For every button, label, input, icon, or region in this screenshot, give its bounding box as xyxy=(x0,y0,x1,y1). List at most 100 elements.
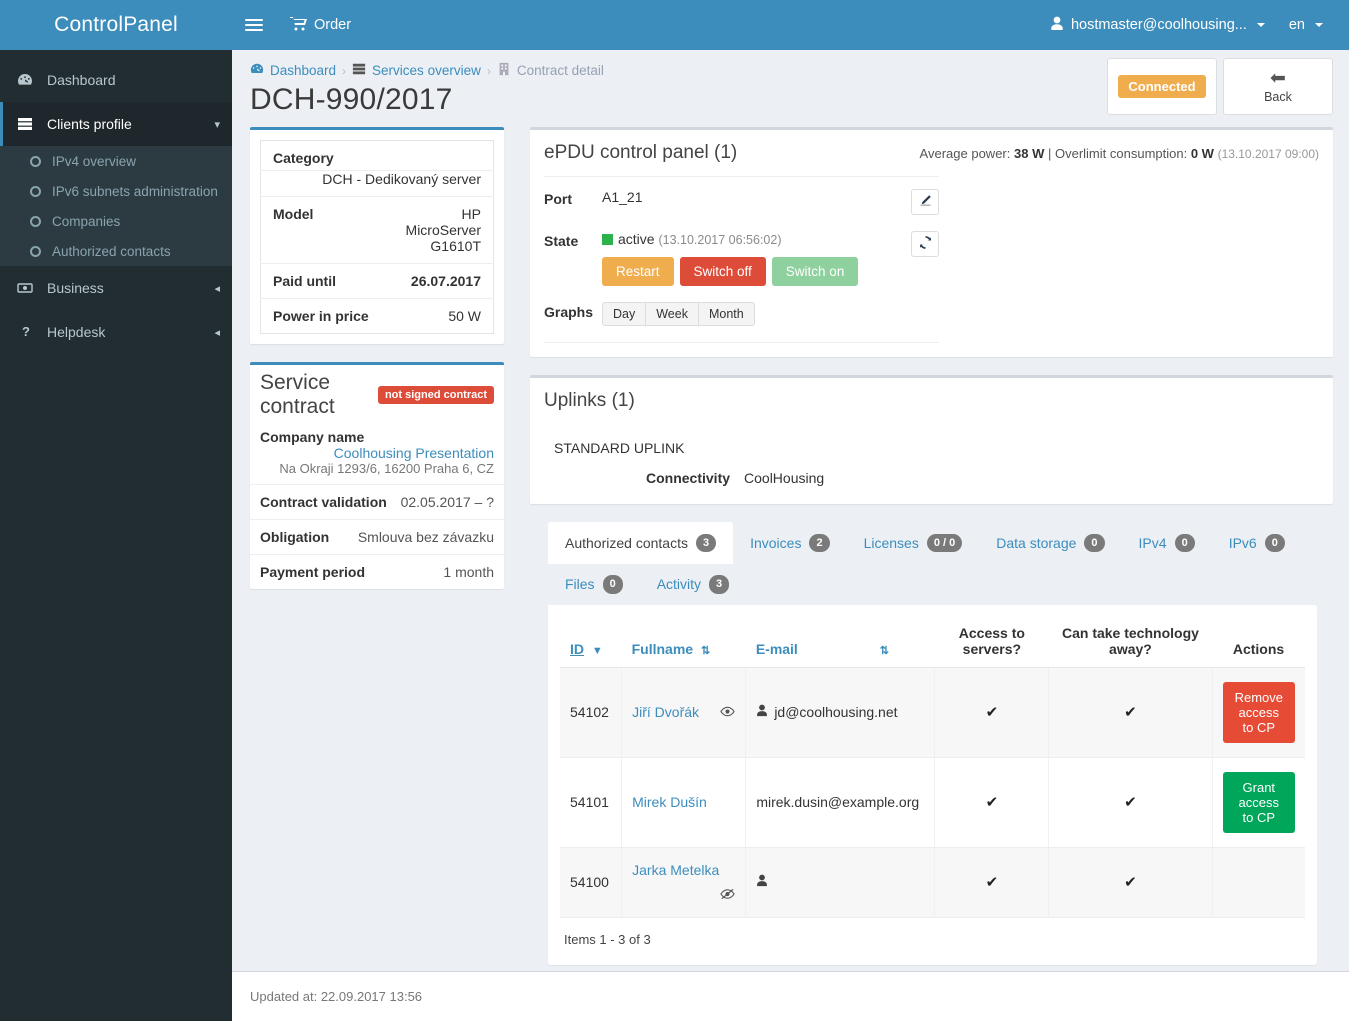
language-menu[interactable]: en xyxy=(1277,0,1335,50)
svg-text:?: ? xyxy=(22,324,30,339)
contact-name-link[interactable]: Jiří Dvořák xyxy=(632,704,699,720)
cell-actions: Grant access to CP xyxy=(1212,757,1305,848)
tab-files[interactable]: Files 0 xyxy=(548,563,640,605)
server-icon xyxy=(17,116,39,132)
contact-name-link[interactable]: Mirek Dušín xyxy=(632,794,707,810)
back-button[interactable]: ⬅ Back xyxy=(1223,58,1333,115)
tab-licenses[interactable]: Licenses 0 / 0 xyxy=(847,522,980,564)
table-row: Model HP MicroServer G1610T xyxy=(260,196,494,264)
power-in-price-value: 50 W xyxy=(448,308,481,324)
user-menu[interactable]: hostmaster@coolhousing... xyxy=(1038,0,1277,50)
grant-access-button[interactable]: Grant access to CP xyxy=(1222,771,1295,833)
contact-name-link[interactable]: Jarka Metelka xyxy=(632,862,735,878)
breadcrumb-services-overview[interactable]: Services overview xyxy=(372,63,481,78)
sidebar-item-business[interactable]: Business ◂ xyxy=(0,266,232,310)
sidebar-subitem-label: IPv6 subnets administration xyxy=(52,183,218,199)
graphs-label: Graphs xyxy=(544,304,594,320)
payment-period-label: Payment period xyxy=(260,564,366,580)
brand-logo[interactable]: ControlPanel xyxy=(0,0,232,50)
sidebar-menu: Dashboard Clients profile ▾ IPv4 overvie… xyxy=(0,50,232,354)
state-row: State active (13.10.2017 06:56:02) Resta… xyxy=(544,231,939,286)
email-wrapper: jd@coolhousing.net xyxy=(756,704,924,720)
tab-ipv4[interactable]: IPv4 0 xyxy=(1122,522,1212,564)
sidebar-toggle-button[interactable] xyxy=(232,0,276,50)
question-icon: ? xyxy=(17,324,39,340)
uplinks-title: Uplinks (1) xyxy=(544,390,635,411)
sidebar-item-helpdesk[interactable]: ? Helpdesk ◂ xyxy=(0,310,232,354)
state-indicator-icon xyxy=(602,234,613,245)
tab-list: Authorized contacts 3 Invoices 2 License… xyxy=(548,522,1317,605)
sidebar-item-ipv4-overview[interactable]: IPv4 overview xyxy=(0,146,232,176)
refresh-icon xyxy=(919,236,932,252)
table-header-row: ID ▼ Fullname ⇅ E-mail ⇅ Access to serve… xyxy=(560,618,1305,668)
user-icon xyxy=(1050,16,1064,35)
overlimit-label: Overlimit consumption: xyxy=(1054,146,1188,161)
tab-authorized-contacts[interactable]: Authorized contacts 3 xyxy=(548,522,734,565)
average-power-label: Average power: xyxy=(919,146,1011,161)
graph-week-button[interactable]: Week xyxy=(645,302,699,326)
epdu-control-panel-box: ePDU control panel (1) Average power: 38… xyxy=(530,127,1333,357)
sidebar-item-clients-profile[interactable]: Clients profile ▾ xyxy=(0,102,232,146)
graph-month-button[interactable]: Month xyxy=(697,302,755,326)
tab-invoices[interactable]: Invoices 2 xyxy=(733,522,846,564)
tab-badge: 0 xyxy=(602,575,623,594)
column-fullname-label: Fullname xyxy=(631,640,694,657)
cell-fullname: Jiří Dvořák xyxy=(621,667,747,758)
cell-email: jd@coolhousing.net xyxy=(745,667,936,758)
epdu-body: Port A1_21 State active (13.10.2017 06:5… xyxy=(530,176,1333,357)
remove-access-button[interactable]: Remove access to CP xyxy=(1222,681,1295,743)
payment-period-value: 1 month xyxy=(443,564,494,580)
sidebar-item-dashboard[interactable]: Dashboard xyxy=(0,58,232,102)
pencil-icon xyxy=(919,194,932,210)
eye-icon[interactable] xyxy=(720,705,736,720)
user-icon xyxy=(756,874,768,890)
column-fullname[interactable]: Fullname ⇅ xyxy=(621,618,746,668)
right-column: ePDU control panel (1) Average power: 38… xyxy=(530,127,1333,965)
tab-label: Activity xyxy=(656,576,702,593)
cell-id: 54102 xyxy=(560,667,623,758)
column-email-label: E-mail xyxy=(755,640,798,657)
restart-button[interactable]: Restart xyxy=(602,257,674,286)
cell-actions: Remove access to CP xyxy=(1212,667,1305,758)
connectivity-label: Connectivity xyxy=(646,470,731,486)
tab-badge: 2 xyxy=(809,534,830,553)
updated-at-text: Updated at: 22.09.2017 13:56 xyxy=(250,989,423,1004)
sidebar-item-companies[interactable]: Companies xyxy=(0,206,232,236)
company-name-label: Company name xyxy=(260,429,365,445)
cell-actions xyxy=(1212,847,1305,918)
tab-ipv6[interactable]: IPv6 0 xyxy=(1212,522,1302,564)
company-name-link[interactable]: Coolhousing Presentation xyxy=(260,445,494,461)
sidebar-item-ipv6-subnets[interactable]: IPv6 subnets administration xyxy=(0,176,232,206)
state-action-buttons: Restart Switch off Switch on xyxy=(602,257,911,286)
refresh-state-button[interactable] xyxy=(911,231,939,257)
switch-off-button[interactable]: Switch off xyxy=(679,257,766,286)
breadcrumb-current: Contract detail xyxy=(516,63,604,78)
sidebar-item-label: Helpdesk xyxy=(47,324,106,340)
order-menu-item[interactable]: Order xyxy=(276,0,365,50)
edit-port-button[interactable] xyxy=(911,189,939,215)
email-text: jd@coolhousing.net xyxy=(774,704,898,721)
tab-badge: 3 xyxy=(695,534,717,553)
connectivity-value: CoolHousing xyxy=(744,470,825,486)
column-email[interactable]: E-mail ⇅ xyxy=(745,618,935,668)
paid-until-label: Paid until xyxy=(260,263,381,299)
status-badge: Connected xyxy=(1118,75,1206,98)
table-row: 54101 Mirek Dušín mirek.dusin@example.or… xyxy=(560,757,1305,848)
money-icon xyxy=(17,280,39,296)
cell-takeaway: ✔ xyxy=(1048,847,1213,918)
sidebar-item-authorized-contacts[interactable]: Authorized contacts xyxy=(0,236,232,266)
hamburger-icon xyxy=(245,16,263,34)
left-column: Category DCH - Dedikovaný server Model H… xyxy=(250,127,504,607)
tab-activity[interactable]: Activity 3 xyxy=(640,563,746,605)
graph-day-button[interactable]: Day xyxy=(602,302,647,326)
cell-takeaway: ✔ xyxy=(1048,757,1213,848)
column-id[interactable]: ID ▼ xyxy=(560,618,622,668)
breadcrumb-dashboard[interactable]: Dashboard xyxy=(270,63,336,78)
column-access-line2: servers? xyxy=(962,640,1022,657)
tab-data-storage[interactable]: Data storage 0 xyxy=(979,522,1121,564)
switch-on-button[interactable]: Switch on xyxy=(771,257,859,286)
cell-email: mirek.dusin@example.org xyxy=(745,757,936,848)
eye-slash-icon[interactable] xyxy=(720,888,736,903)
check-icon: ✔ xyxy=(1124,874,1137,892)
check-icon: ✔ xyxy=(985,794,999,812)
